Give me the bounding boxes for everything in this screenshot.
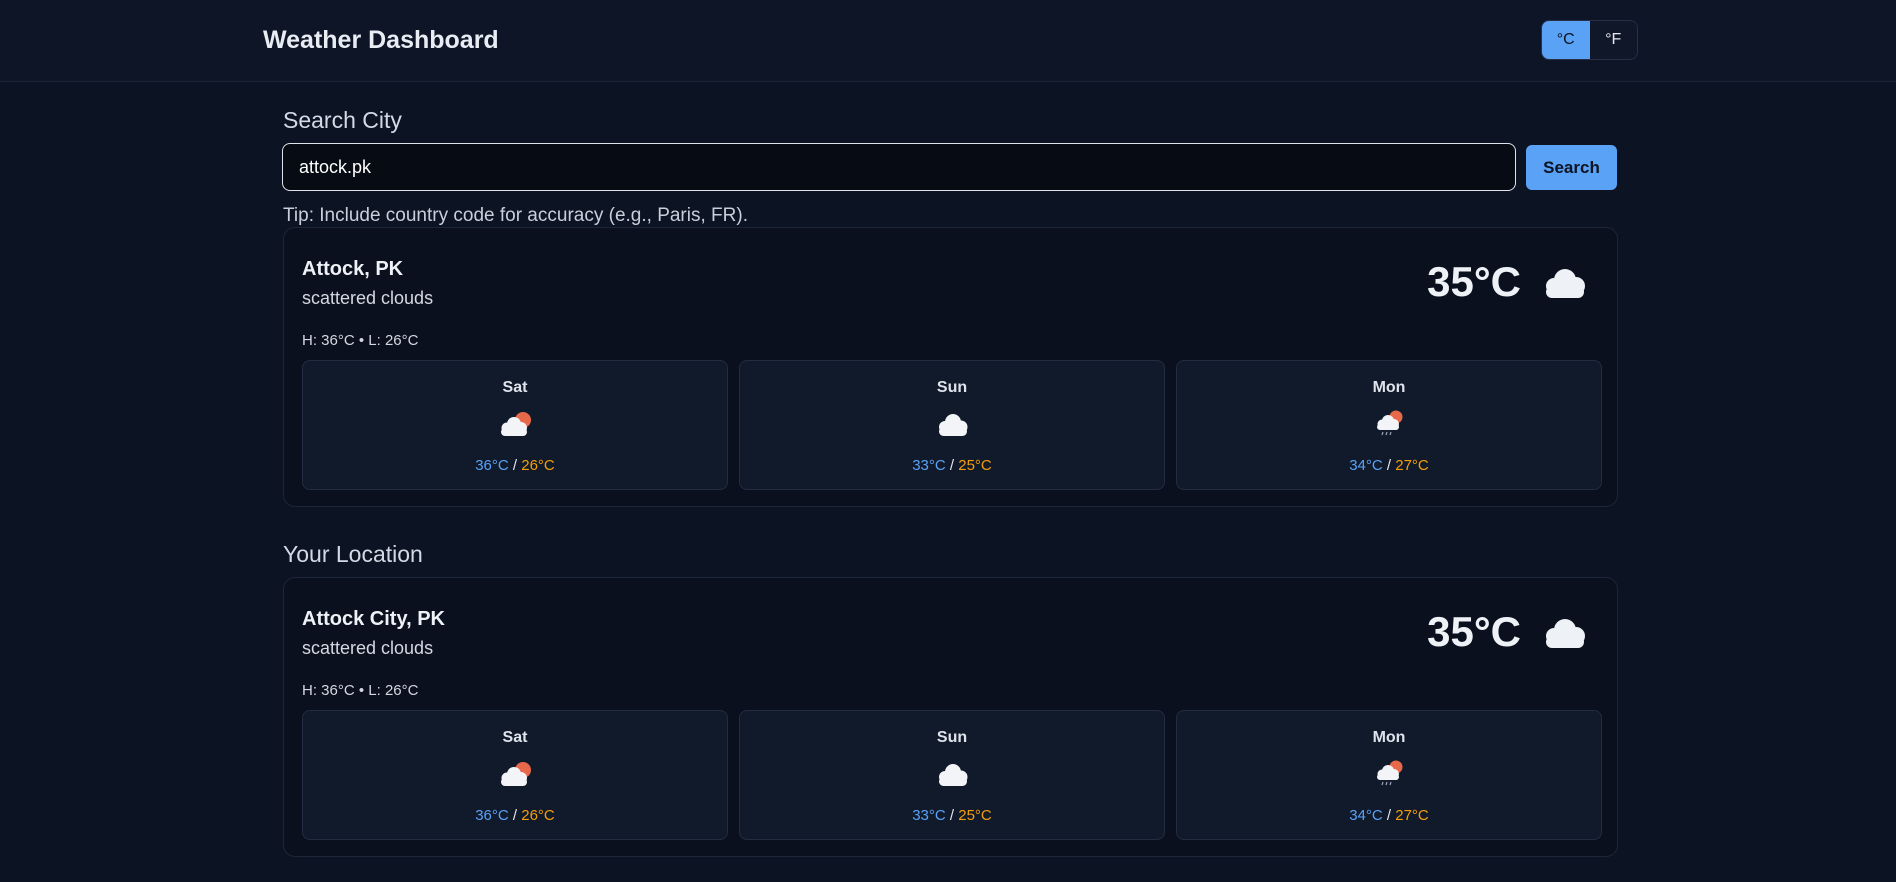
cloud-icon [1546,269,1585,298]
searched-weather-card: Attock, PK scattered clouds 35°C H: 36°C… [283,227,1618,507]
low-temp: 26°C [521,807,555,824]
location-heading: Your Location [283,541,423,567]
cloud-sun-rain-icon [1377,410,1403,436]
top-bar: Weather Dashboard °C °F [0,0,1896,82]
unit-toggle: °C °F [1541,20,1638,60]
fahrenheit-button[interactable]: °F [1589,21,1637,59]
app-title: Weather Dashboard [263,26,499,54]
high-temp: 36°C [475,457,509,474]
cloud-sun-rain-icon [1377,760,1403,786]
search-heading: Search City [283,107,402,133]
low-temp: 25°C [958,457,992,474]
high-temp: 34°C [1349,457,1383,474]
weather-description: scattered clouds [302,288,434,308]
low-temp: 27°C [1395,807,1429,824]
cloud-icon [939,764,968,786]
high-temp: 33°C [912,457,946,474]
day-temps: 34°C / 27°C [1349,457,1429,474]
forecast-day: Mon 34°C / 27°C [1176,710,1602,840]
city-name: Attock City, PK [302,608,445,630]
current-temperature: 35°C [1427,258,1521,305]
high-temp: 34°C [1349,807,1383,824]
high-low: H: 36°C • L: 26°C [302,682,419,699]
day-name: Sun [936,729,968,746]
cloud-icon [1546,619,1585,648]
weather-description: scattered clouds [302,638,434,658]
day-temps: 33°C / 25°C [912,457,992,474]
day-temps: 36°C / 26°C [475,457,555,474]
high-temp: 33°C [912,807,946,824]
forecast-day: Mon 34°C / 27°C [1176,360,1602,490]
day-name: Sun [936,379,968,396]
search-tip: Tip: Include country code for accuracy (… [283,205,748,226]
low-temp: 27°C [1395,457,1429,474]
current-temperature: 35°C [1427,608,1521,655]
day-temps: 34°C / 27°C [1349,807,1429,824]
day-temps: 33°C / 25°C [912,807,992,824]
day-name: Sat [502,729,528,746]
forecast-day: Sun 33°C / 25°C [739,360,1165,490]
cloud-sun-icon [501,412,531,436]
forecast-day: Sat 36°C / 26°C [302,710,728,840]
forecast-day: Sun 33°C / 25°C [739,710,1165,840]
low-temp: 25°C [958,807,992,824]
day-name: Mon [1372,729,1406,746]
forecast-row: Sat 36°C / 26°C Sun 33°C / 25°C Mon 34°C… [302,360,1602,490]
day-name: Mon [1372,379,1406,396]
forecast-day: Sat 36°C / 26°C [302,360,728,490]
high-temp: 36°C [475,807,509,824]
cloud-sun-icon [501,762,531,786]
high-low: H: 36°C • L: 26°C [302,332,419,349]
search-button[interactable]: Search [1526,145,1617,190]
day-temps: 36°C / 26°C [475,807,555,824]
city-name: Attock, PK [302,258,404,280]
cloud-icon [939,414,968,436]
location-weather-card: Attock City, PK scattered clouds 35°C H:… [283,577,1618,857]
celsius-button[interactable]: °C [1542,21,1590,59]
forecast-row: Sat 36°C / 26°C Sun 33°C / 25°C Mon 34°C… [302,710,1602,840]
day-name: Sat [502,379,528,396]
low-temp: 26°C [521,457,555,474]
city-search-input[interactable] [282,143,1516,191]
